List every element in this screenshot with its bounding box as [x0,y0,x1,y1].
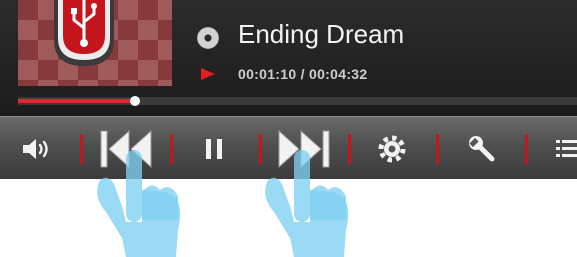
tools-button[interactable] [462,117,502,180]
track-title: Ending Dream [238,19,405,49]
gear-icon [378,135,406,162]
usb-logo-icon [54,0,114,66]
now-playing-panel: Ending Dream 00:01:10 / 00:04:32 [0,0,577,116]
wrench-icon [469,135,495,161]
disc-icon [197,27,219,49]
volume-button[interactable] [12,117,60,180]
menu-button[interactable] [548,117,577,180]
separator [525,134,528,164]
pointing-hand-icon [97,150,181,257]
settings-button[interactable] [372,117,412,180]
progress-bar[interactable] [18,96,577,106]
volume-icon [23,138,48,159]
album-art [18,0,172,86]
time-readout: 00:01:10 / 00:04:32 [238,66,368,82]
pause-icon [206,138,222,159]
list-menu-icon [556,139,577,157]
progress-fill [18,99,135,103]
separator [436,134,439,164]
play-icon [201,68,215,80]
progress-knob[interactable] [130,96,140,106]
pointing-hand-icon [265,150,349,257]
pause-button[interactable] [196,117,232,180]
separator [80,134,83,164]
